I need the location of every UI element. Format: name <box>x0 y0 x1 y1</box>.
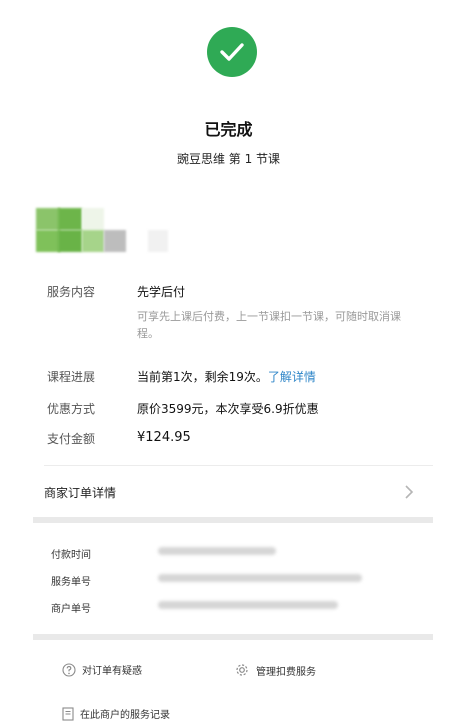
manage-deduction-button[interactable]: 管理扣费服务 <box>234 662 316 678</box>
service-note: 可享先上课后付费，上一节课扣一节课，可随时取消课程。 <box>137 310 401 340</box>
manage-deduction-label: 管理扣费服务 <box>256 666 316 678</box>
section-band <box>33 634 433 640</box>
order-question-button[interactable]: 对订单有疑惑 <box>62 662 142 677</box>
status-title: 已完成 <box>204 120 253 139</box>
discount-label: 优惠方式 <box>47 402 96 416</box>
progress-value: 当前第1次，剩余19次。 <box>137 370 268 384</box>
chevron-right-icon[interactable] <box>404 484 414 504</box>
merchant-logo-blurred <box>36 208 176 254</box>
course-name: 豌豆思维 第 1 节课 <box>176 152 281 166</box>
service-label: 服务内容 <box>47 285 96 299</box>
divider <box>44 465 433 466</box>
pay-time-label: 付款时间 <box>51 550 91 561</box>
amount-label: 支付金额 <box>47 432 96 446</box>
question-icon <box>62 662 76 677</box>
progress-value-wrap: 当前第1次，剩余19次。了解详情 <box>137 368 316 385</box>
service-records-button[interactable]: 在此商户的服务记录 <box>62 706 170 721</box>
pay-time-value-blurred <box>158 547 276 555</box>
progress-label: 课程进展 <box>47 370 96 384</box>
service-no-label: 服务单号 <box>51 577 91 588</box>
learn-more-link[interactable]: 了解详情 <box>268 370 316 384</box>
service-records-label: 在此商户的服务记录 <box>80 710 170 721</box>
service-no-value-blurred <box>158 574 362 582</box>
merchant-no-value-blurred <box>158 601 338 609</box>
gear-icon <box>236 664 248 676</box>
check-circle-icon <box>207 27 257 77</box>
document-icon <box>62 706 74 721</box>
service-value: 先学后付 <box>137 285 186 299</box>
order-question-label: 对订单有疑惑 <box>82 666 142 677</box>
merchant-no-label: 商户单号 <box>51 604 91 615</box>
merchant-no-row: 商户单号 <box>51 600 338 615</box>
pay-time-row: 付款时间 <box>51 546 276 561</box>
payment-result-page: 已完成 豌豆思维 第 1 节课 服务内容 先学后付 可享先上课后付费，上一节课扣… <box>0 0 457 721</box>
service-no-row: 服务单号 <box>51 573 362 588</box>
merchant-order-detail-link[interactable]: 商家订单详情 <box>44 484 116 501</box>
amount-value: ¥124.95 <box>137 430 191 445</box>
section-band <box>33 517 433 523</box>
discount-value: 原价3599元，本次享受6.9折优惠 <box>137 402 319 416</box>
